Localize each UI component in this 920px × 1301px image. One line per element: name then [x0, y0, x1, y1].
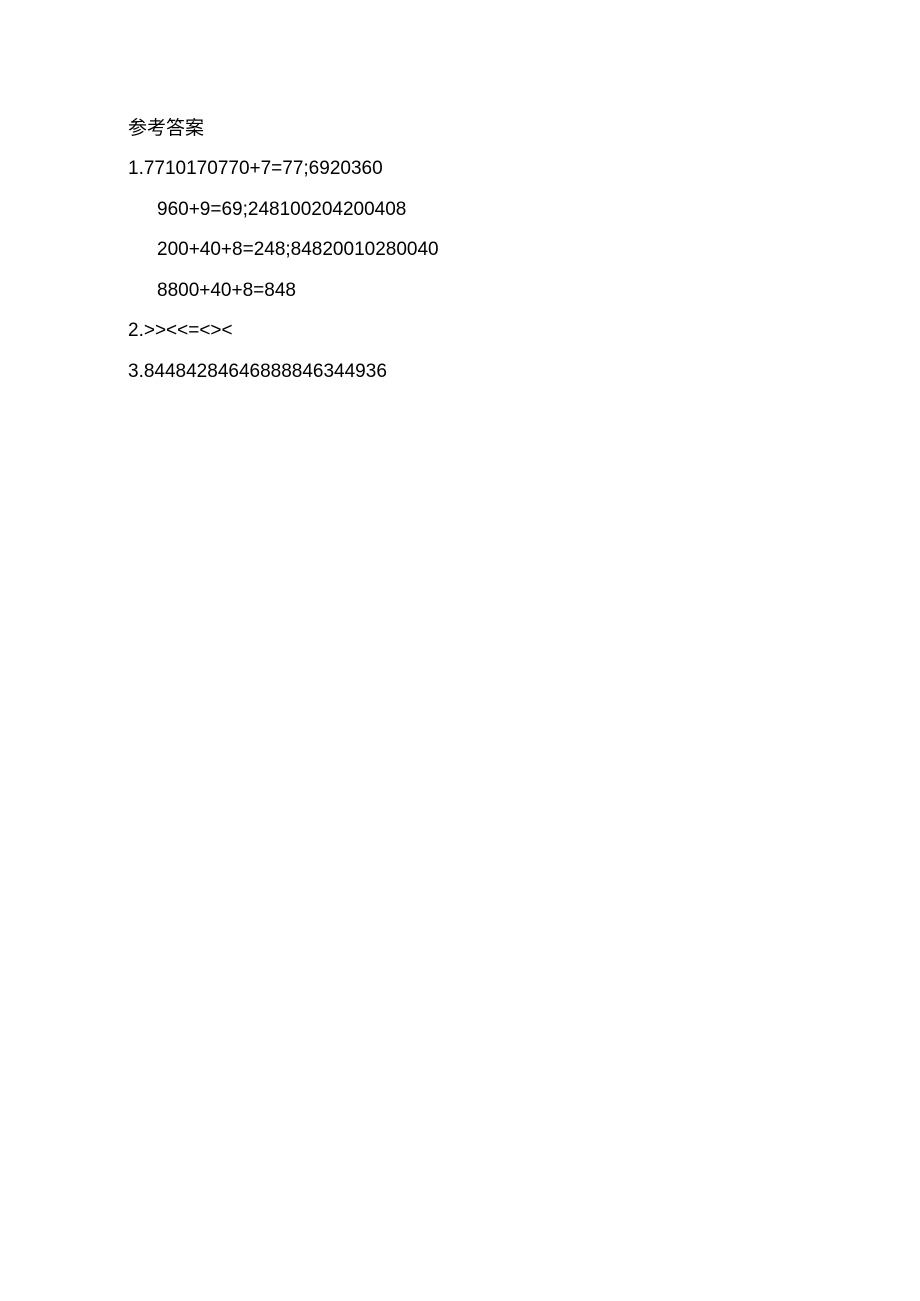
answer-3: 3.84484284646888846344936	[128, 362, 920, 381]
answer-1-line-1: 1.7710170770+7=77;6920360	[128, 159, 920, 178]
answer-1-line-4: 8800+40+8=848	[128, 281, 920, 300]
answer-2: 2.>><<=<><	[128, 321, 920, 340]
answer-1-line-2: 960+9=69;248100204200408	[128, 200, 920, 219]
answer-key-title: 参考答案	[128, 119, 920, 138]
answer-1-line-3: 200+40+8=248;84820010280040	[128, 240, 920, 259]
